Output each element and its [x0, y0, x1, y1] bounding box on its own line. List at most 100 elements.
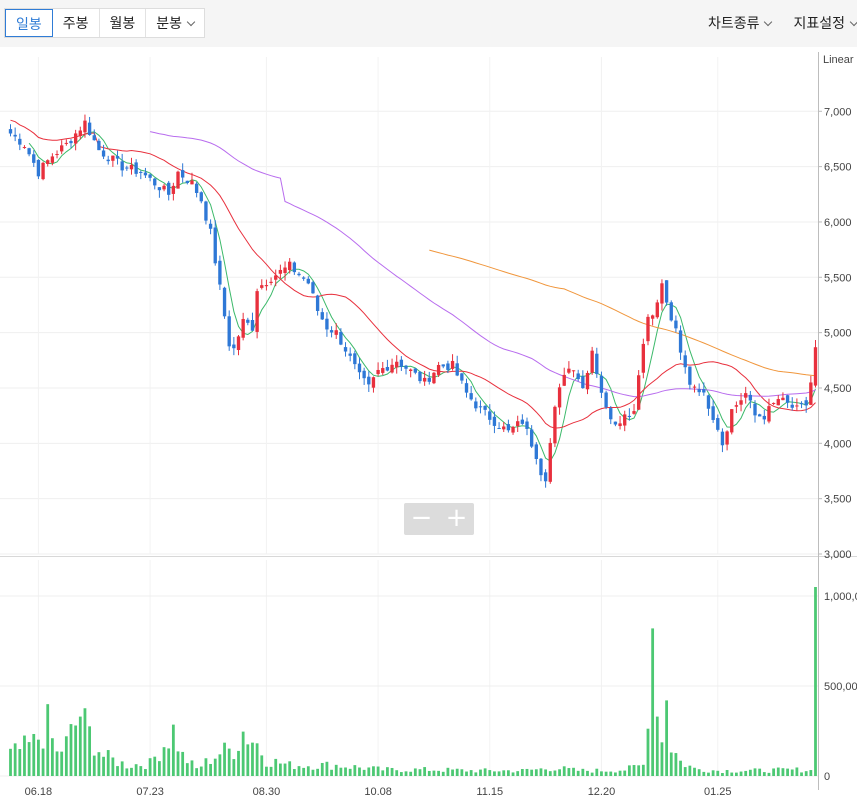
candle-body [13, 134, 17, 137]
volume-bar [567, 768, 571, 776]
volume-bar [46, 704, 50, 776]
volume-bar [702, 771, 706, 776]
volume-bar [730, 772, 734, 776]
candle-body [483, 405, 487, 410]
candle-body [460, 373, 464, 381]
candle-body [492, 416, 497, 426]
volume-bar [418, 769, 422, 776]
date-tick-label: 06.18 [25, 786, 53, 798]
volume-bar [516, 771, 520, 776]
volume-bar [199, 766, 203, 776]
volume-bar [548, 771, 552, 776]
volume-bar [707, 772, 710, 776]
volume-bar [64, 736, 68, 776]
volume-bar [130, 767, 133, 776]
candle-body [562, 374, 566, 386]
candlesticks [8, 114, 818, 488]
volume-bar [800, 772, 803, 776]
candle-body [599, 375, 604, 393]
candle-body [502, 426, 506, 430]
candle-body [97, 140, 101, 151]
candle-body [539, 458, 543, 476]
volume-bar [399, 772, 403, 776]
candle-body [725, 431, 729, 445]
candle-body [548, 442, 552, 482]
volume-bar [497, 771, 501, 776]
volume-bar [423, 767, 427, 776]
volume-bar [353, 765, 357, 776]
volume-bar [604, 771, 608, 776]
candle-body [734, 405, 739, 407]
zoom-out-button[interactable]: − [404, 503, 439, 535]
candle-body [399, 359, 404, 367]
volume-bar [162, 747, 166, 776]
date-tick-label: 10.08 [364, 786, 392, 798]
volume-bar [502, 770, 506, 776]
volume-bar [455, 768, 459, 776]
candle-body [381, 368, 385, 373]
candle-body [436, 364, 441, 375]
candle-body [767, 406, 771, 422]
tab-weekly[interactable]: 주봉 [53, 9, 100, 37]
volume-bar [614, 772, 617, 776]
volume-bar [185, 763, 189, 776]
volume-bar [716, 770, 720, 776]
volume-bar [311, 769, 315, 776]
volume-bar [460, 769, 464, 776]
volume-bar [660, 742, 664, 776]
candle-body [236, 336, 241, 351]
candle-body [469, 393, 473, 400]
candle-body [720, 431, 725, 446]
candle-body [795, 405, 799, 407]
date-tick-label: 11.15 [476, 786, 503, 798]
candle-body [32, 154, 36, 163]
chart-type-dropdown[interactable]: 차트종류 [707, 8, 773, 38]
candle-body [697, 389, 701, 393]
candle-body [41, 162, 45, 180]
volume-bar [55, 751, 59, 776]
volume-bar [334, 764, 338, 776]
candle-body [171, 185, 176, 194]
volume-bar [595, 768, 599, 776]
candle-body [790, 404, 794, 408]
candle-body [632, 411, 636, 414]
candle-body [529, 429, 534, 447]
candle-body [269, 281, 273, 283]
candle-body [8, 129, 13, 134]
candle-body [618, 423, 622, 427]
candle-body [115, 156, 120, 159]
date-tick-label: 07.23 [136, 786, 164, 798]
volume-bar [390, 767, 394, 776]
candle-body [581, 376, 585, 389]
candle-body [255, 291, 259, 332]
candle-body [669, 302, 673, 321]
candle-body [46, 160, 50, 164]
volume-bar [674, 753, 678, 776]
candle-body [22, 147, 27, 149]
candle-body [655, 302, 659, 318]
volume-bar [204, 758, 208, 776]
volume-bar [316, 768, 320, 776]
candle-body [27, 148, 31, 155]
tab-minute[interactable]: 분봉 [146, 9, 204, 37]
candle-body [446, 363, 450, 370]
volume-bar [721, 773, 724, 776]
candle-body [218, 260, 222, 285]
indicator-settings-dropdown[interactable]: 지표설정 [793, 8, 857, 38]
volume-bar [88, 726, 91, 776]
candle-body [260, 285, 264, 288]
candle-body [646, 316, 650, 342]
candle-body [222, 287, 227, 317]
candle-body [246, 319, 250, 323]
volume-bar [195, 768, 199, 776]
tab-daily[interactable]: 일봉 [5, 9, 53, 37]
chart-type-label: 차트종류 [707, 15, 760, 31]
zoom-in-button[interactable]: + [439, 503, 474, 535]
candle-body [571, 370, 576, 372]
candle-body [111, 155, 115, 161]
candle-body [176, 171, 180, 189]
tab-monthly[interactable]: 월봉 [100, 9, 147, 37]
stock-chart[interactable]: Linear 7,000 6,500 6,000 5,500 5,000 4,500 4,00… [0, 47, 857, 802]
candle-body [180, 170, 185, 178]
candle-body [376, 369, 380, 375]
